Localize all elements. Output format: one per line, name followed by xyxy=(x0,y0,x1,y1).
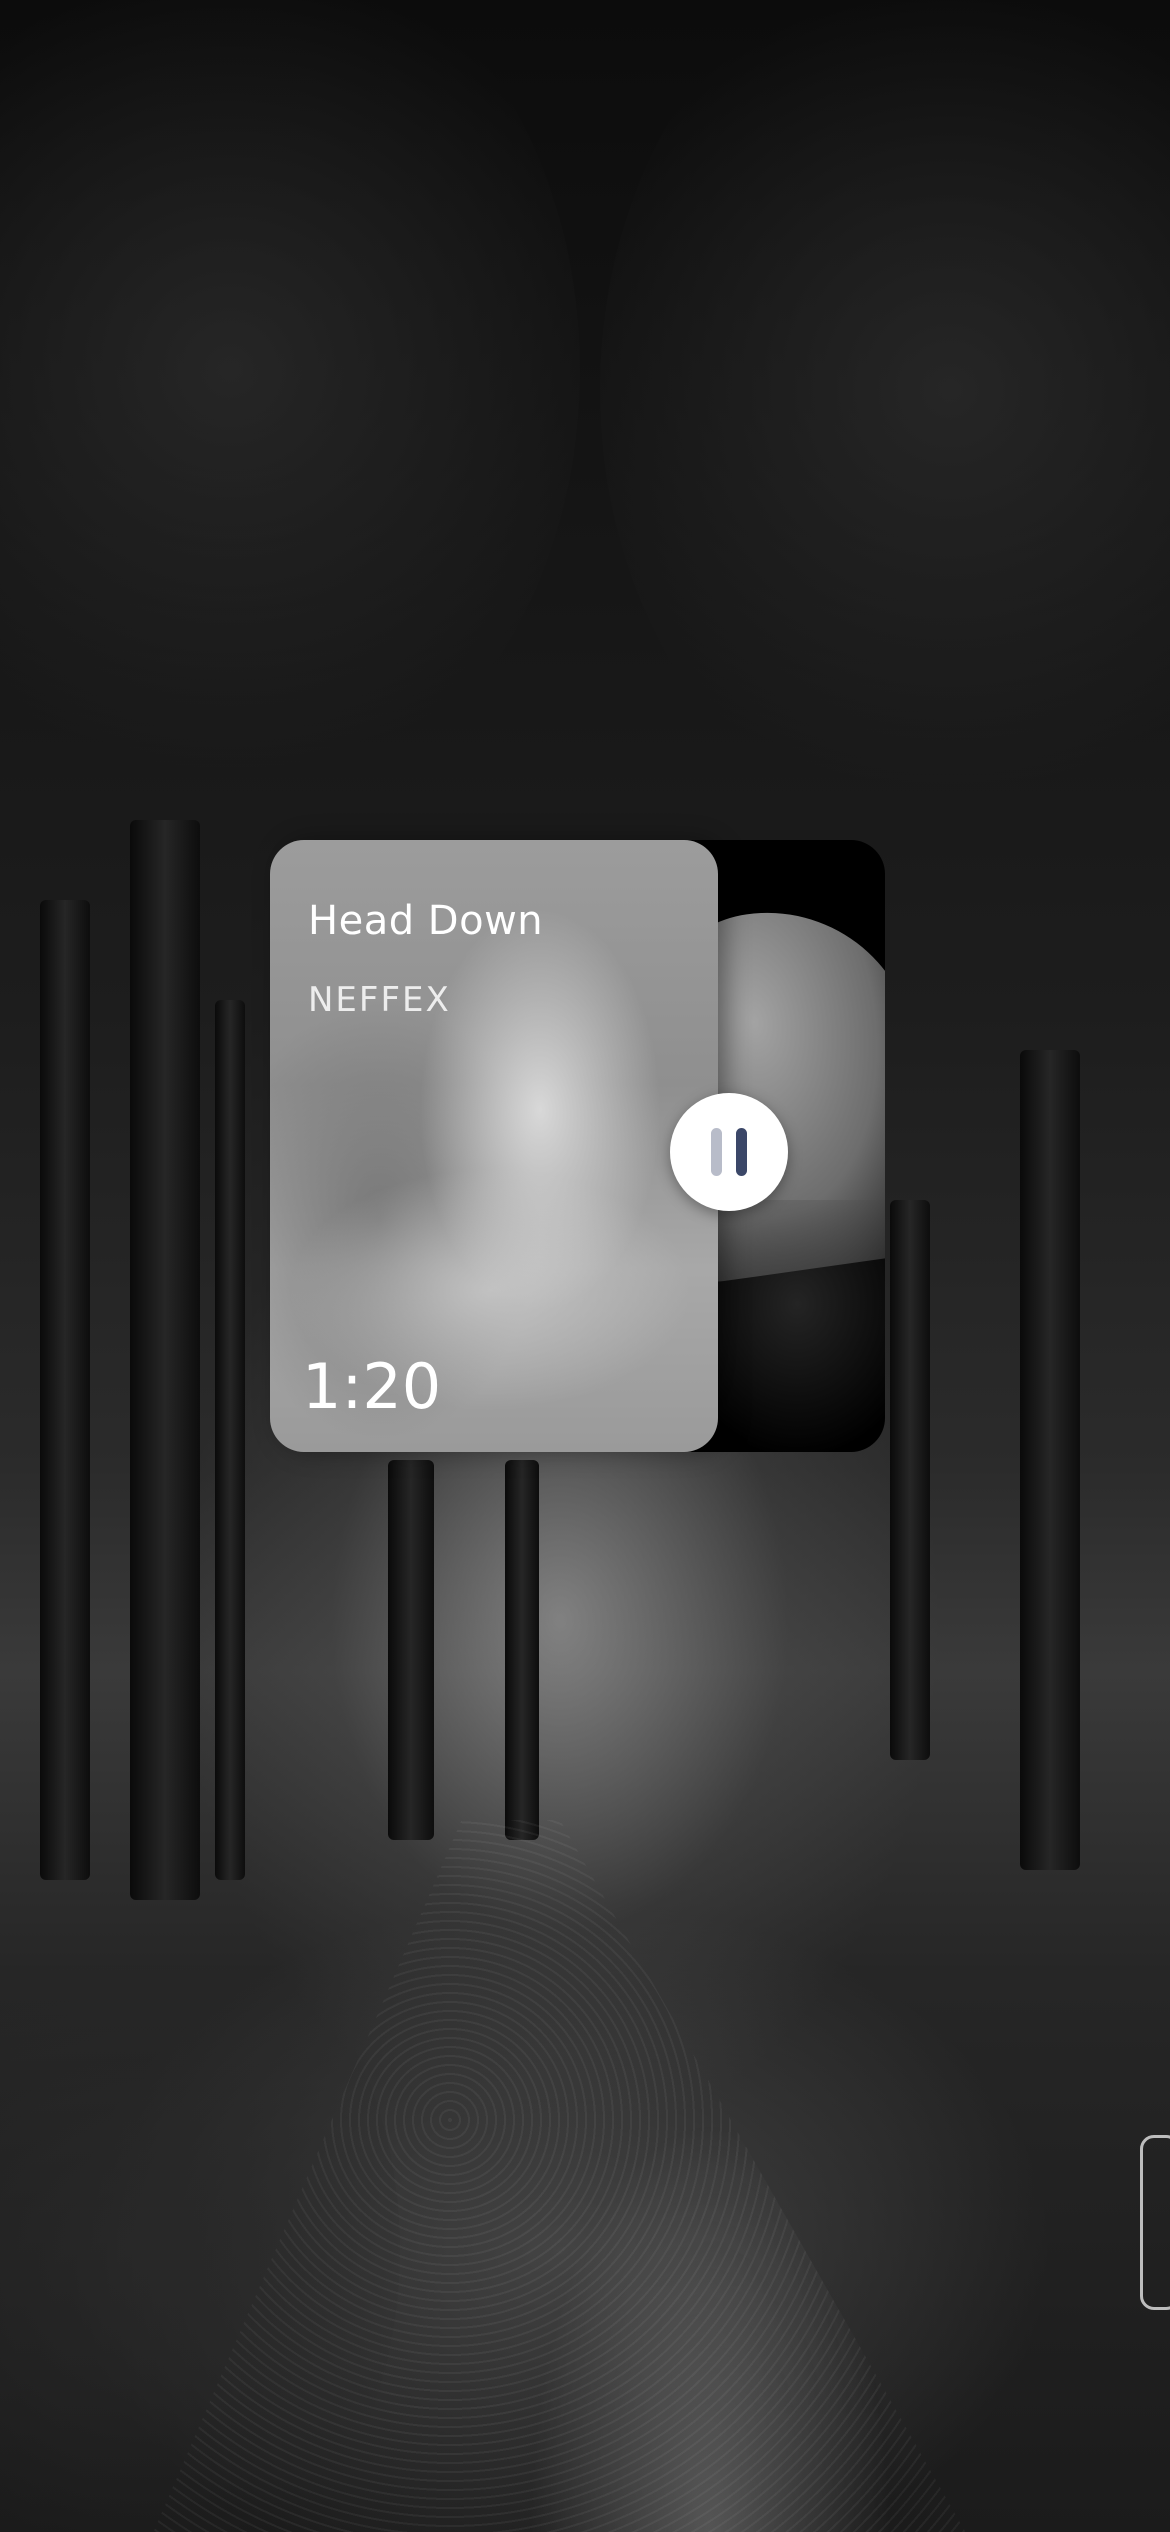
tree-trunk xyxy=(130,820,200,1900)
tree-trunk xyxy=(505,1460,539,1840)
tree-trunk xyxy=(388,1460,434,1840)
pause-button[interactable] xyxy=(670,1093,788,1211)
now-playing-card[interactable]: Head Down NEFFEX 1:20 xyxy=(270,840,718,1452)
pause-icon xyxy=(711,1128,722,1176)
music-widget-screen: Head Down NEFFEX 1:20 xyxy=(0,0,1170,2532)
tree-trunk xyxy=(1020,1050,1080,1870)
pause-icon xyxy=(736,1128,747,1176)
song-title: Head Down xyxy=(308,898,544,944)
artist-name: NEFFEX xyxy=(308,980,451,1020)
edge-panel-handle[interactable] xyxy=(1140,2135,1170,2310)
tree-trunk xyxy=(215,1000,245,1880)
tree-trunk xyxy=(40,900,90,1880)
tree-trunk xyxy=(890,1200,930,1760)
elapsed-time: 1:20 xyxy=(302,1350,442,1423)
